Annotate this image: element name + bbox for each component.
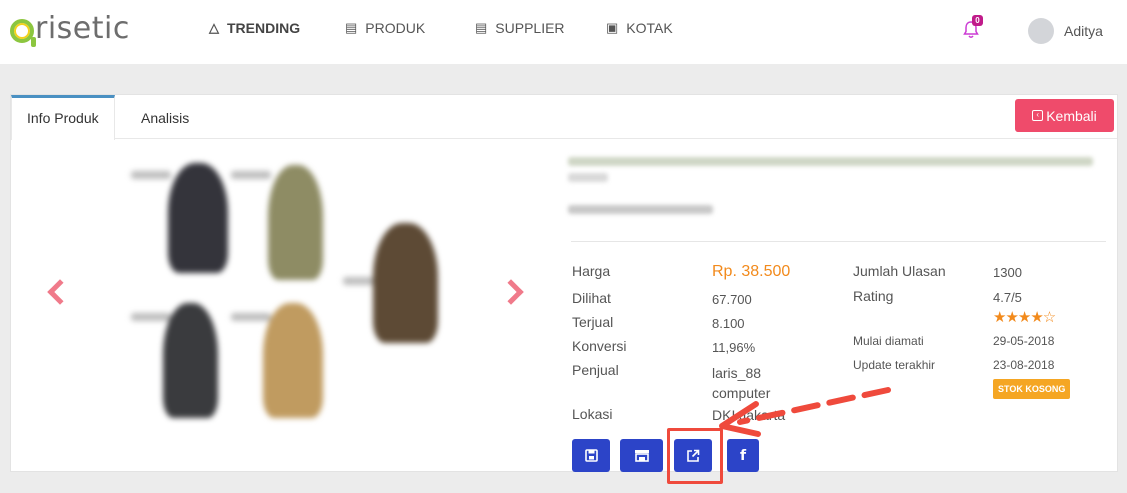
value-rating: 4.7/5	[993, 290, 1022, 305]
back-icon: ‹	[1032, 110, 1044, 121]
label-jumlah-ulasan: Jumlah Ulasan	[853, 263, 946, 279]
save-button[interactable]	[572, 439, 610, 472]
image-tag	[231, 171, 271, 179]
facebook-share-button[interactable]: f	[727, 439, 759, 472]
nav-item-supplier[interactable]: ▤ SUPPLIER	[475, 20, 565, 36]
product-title-blurred	[568, 157, 1093, 166]
label-dilihat: Dilihat	[572, 290, 611, 306]
value-terjual: 8.100	[712, 316, 745, 331]
notification-count-badge: 0	[972, 15, 983, 26]
save-icon	[584, 449, 598, 462]
back-button[interactable]: ‹ Kembali	[1015, 99, 1114, 132]
store-icon	[634, 450, 649, 462]
image-tag	[131, 171, 171, 179]
carousel-prev-icon[interactable]	[47, 279, 73, 305]
nav-item-label: KOTAK	[626, 20, 673, 36]
value-dilihat: 67.700	[712, 292, 752, 307]
product-image	[123, 153, 453, 433]
tab-bar: Info Produk Analisis ‹ Kembali	[11, 95, 1117, 140]
label-mulai-diamati: Mulai diamati	[853, 334, 924, 348]
facebook-icon: f	[739, 447, 747, 464]
nav-item-label: TRENDING	[227, 20, 301, 36]
product-title-blurred	[568, 173, 608, 182]
value-mulai-diamati: 29-05-2018	[993, 334, 1055, 348]
store-icon: ▤	[475, 20, 488, 35]
label-konversi: Konversi	[572, 338, 627, 354]
nav-item-kotak[interactable]: ▣ KOTAK	[606, 20, 673, 36]
username[interactable]: Aditya	[1064, 23, 1103, 39]
value-jumlah-ulasan: 1300	[993, 265, 1022, 280]
value-konversi: 11,96%	[712, 340, 756, 355]
warehouse-icon: ▤	[345, 20, 358, 35]
image-tag	[131, 313, 171, 321]
nav-item-produk[interactable]: ▤ PRODUK	[345, 20, 425, 36]
bag-olive	[268, 165, 323, 280]
rating-stars-icon: ★★★★☆	[993, 309, 1056, 326]
stock-status-badge: STOK KOSONG	[993, 379, 1071, 399]
label-harga: Harga	[572, 263, 611, 279]
flame-icon: △	[209, 20, 219, 35]
back-button-label: Kembali	[1046, 107, 1097, 124]
nav-item-trending[interactable]: △ TRENDING	[209, 20, 300, 36]
product-detail-card: Info Produk Analisis ‹ Kembali Harga Rp.…	[10, 94, 1118, 472]
brand-name: risetic	[35, 10, 130, 46]
logo-icon	[10, 19, 36, 47]
label-rating: Rating	[853, 288, 894, 304]
label-lokasi: Lokasi	[572, 406, 613, 422]
label-penjual: Penjual	[572, 362, 619, 378]
bag-brown	[373, 223, 438, 343]
box-icon: ▣	[606, 20, 619, 35]
nav-item-label: PRODUK	[365, 20, 426, 36]
carousel-next-icon[interactable]	[498, 279, 524, 305]
brand-logo[interactable]: risetic	[10, 8, 130, 48]
divider	[571, 241, 1106, 242]
top-navbar: risetic △ TRENDING ▤ PRODUK ▤ SUPPLIER ▣…	[0, 0, 1127, 64]
annotation-arrow-icon	[719, 387, 891, 437]
label-terjual: Terjual	[572, 314, 614, 330]
product-category-blurred	[568, 205, 713, 214]
nav-item-label: SUPPLIER	[495, 20, 565, 36]
avatar[interactable]	[1028, 18, 1054, 44]
tab-analisis[interactable]: Analisis	[126, 95, 204, 139]
image-tag	[231, 313, 271, 321]
value-update-terakhir: 23-08-2018	[993, 358, 1055, 372]
bag-gray	[163, 303, 218, 418]
label-update-terakhir: Update terakhir	[853, 358, 936, 372]
store-button[interactable]	[620, 439, 663, 472]
bag-black	[168, 163, 228, 273]
value-harga: Rp. 38.500	[712, 263, 791, 280]
tab-info-produk[interactable]: Info Produk	[11, 95, 115, 140]
bag-tan	[263, 303, 323, 418]
